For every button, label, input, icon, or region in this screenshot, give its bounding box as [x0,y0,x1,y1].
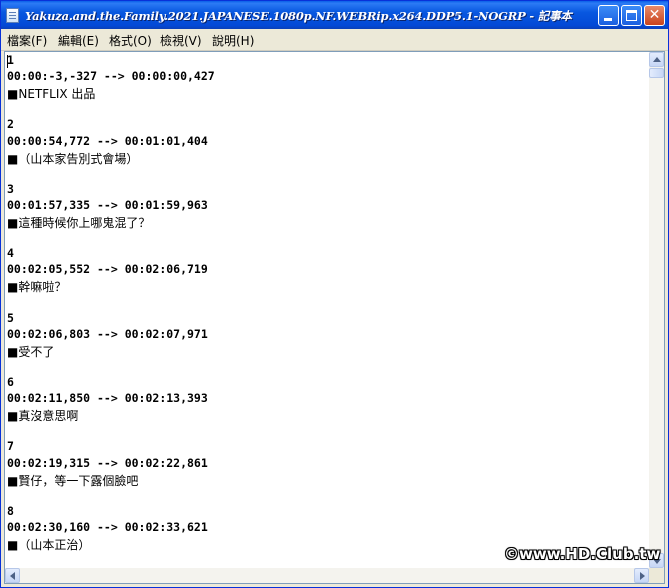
text-line: 00:02:11,850 --> 00:02:13,393 [7,391,208,406]
text-line: ■受不了 [7,344,55,359]
close-button[interactable]: ✕ [644,5,665,26]
minimize-icon [604,18,612,21]
text-line: 7 [7,439,14,454]
menu-format[interactable]: 格式(O) [109,32,152,49]
menu-help[interactable]: 說明(H) [212,32,254,49]
text-line: ■（山本正治） [7,538,91,552]
maximize-icon [626,10,637,21]
text-line: 3 [7,181,14,196]
notepad-icon[interactable] [6,8,19,23]
text-line: ■真沒意思啊 [7,409,79,424]
text-line: 2 [7,117,14,132]
vertical-scrollbar[interactable] [649,52,664,568]
text-line: ■幹嘛啦？ [7,280,67,295]
watermark: ©www.HD.Club.tw [504,545,661,563]
arrow-left-icon [10,572,15,580]
text-line: 00:01:57,335 --> 00:01:59,963 [7,197,208,212]
scroll-left-button[interactable] [5,568,20,583]
menu-bar: 檔案(F) 編輯(E) 格式(O) 檢視(V) 說明(H) [1,29,668,51]
maximize-button[interactable] [621,5,642,26]
scrollbar-corner [649,568,664,583]
text-line: 00:02:05,552 --> 00:02:06,719 [7,262,208,277]
arrow-right-icon [640,572,645,580]
window-title: Yakuza.and.the.Family.2021.JAPANESE.1080… [25,9,572,23]
minimize-button[interactable] [598,5,619,26]
text-line: ■賢仔，等一下露個臉吧 [7,473,139,488]
arrow-up-icon [653,57,661,62]
vertical-scroll-thumb[interactable] [649,68,664,78]
title-bar[interactable]: Yakuza.and.the.Family.2021.JAPANESE.1080… [1,1,668,29]
scroll-up-button[interactable] [649,52,664,67]
text-line: 6 [7,375,14,389]
text-line: 4 [7,246,14,261]
menu-edit[interactable]: 編輯(E) [58,32,99,49]
text-line: 00:02:19,315 --> 00:02:22,861 [7,455,208,470]
menu-view[interactable]: 檢視(V) [160,32,202,49]
text-line: ■這種時候你上哪鬼混了？ [7,216,151,230]
horizontal-scrollbar[interactable] [5,568,649,583]
text-line: 00:02:30,160 --> 00:02:33,621 [7,519,208,534]
text-line: 00:00:54,772 --> 00:01:01,404 [7,133,208,148]
text-line: 8 [7,503,14,518]
text-area[interactable]: 1 00:00:-3,-327 --> 00:00:00,427 ■NETFLIX … [5,52,649,568]
text-line: ■（山本家告別式會場） [7,151,139,166]
notepad-window: Yakuza.and.the.Family.2021.JAPANESE.1080… [0,0,669,588]
scroll-right-button[interactable] [634,568,649,583]
close-icon: ✕ [648,7,661,23]
text-line: 5 [7,310,14,325]
editor[interactable]: 1 00:00:-3,-327 --> 00:00:00,427 ■NETFLIX … [4,51,665,584]
text-line: ■NETFLIX 出品 [7,87,96,102]
text-line: 00:02:06,803 --> 00:02:07,971 [7,326,208,341]
menu-file[interactable]: 檔案(F) [7,32,47,49]
text-line: 1 [7,53,14,67]
text-line: 00:00:-3,-327 --> 00:00:00,427 [7,69,215,84]
